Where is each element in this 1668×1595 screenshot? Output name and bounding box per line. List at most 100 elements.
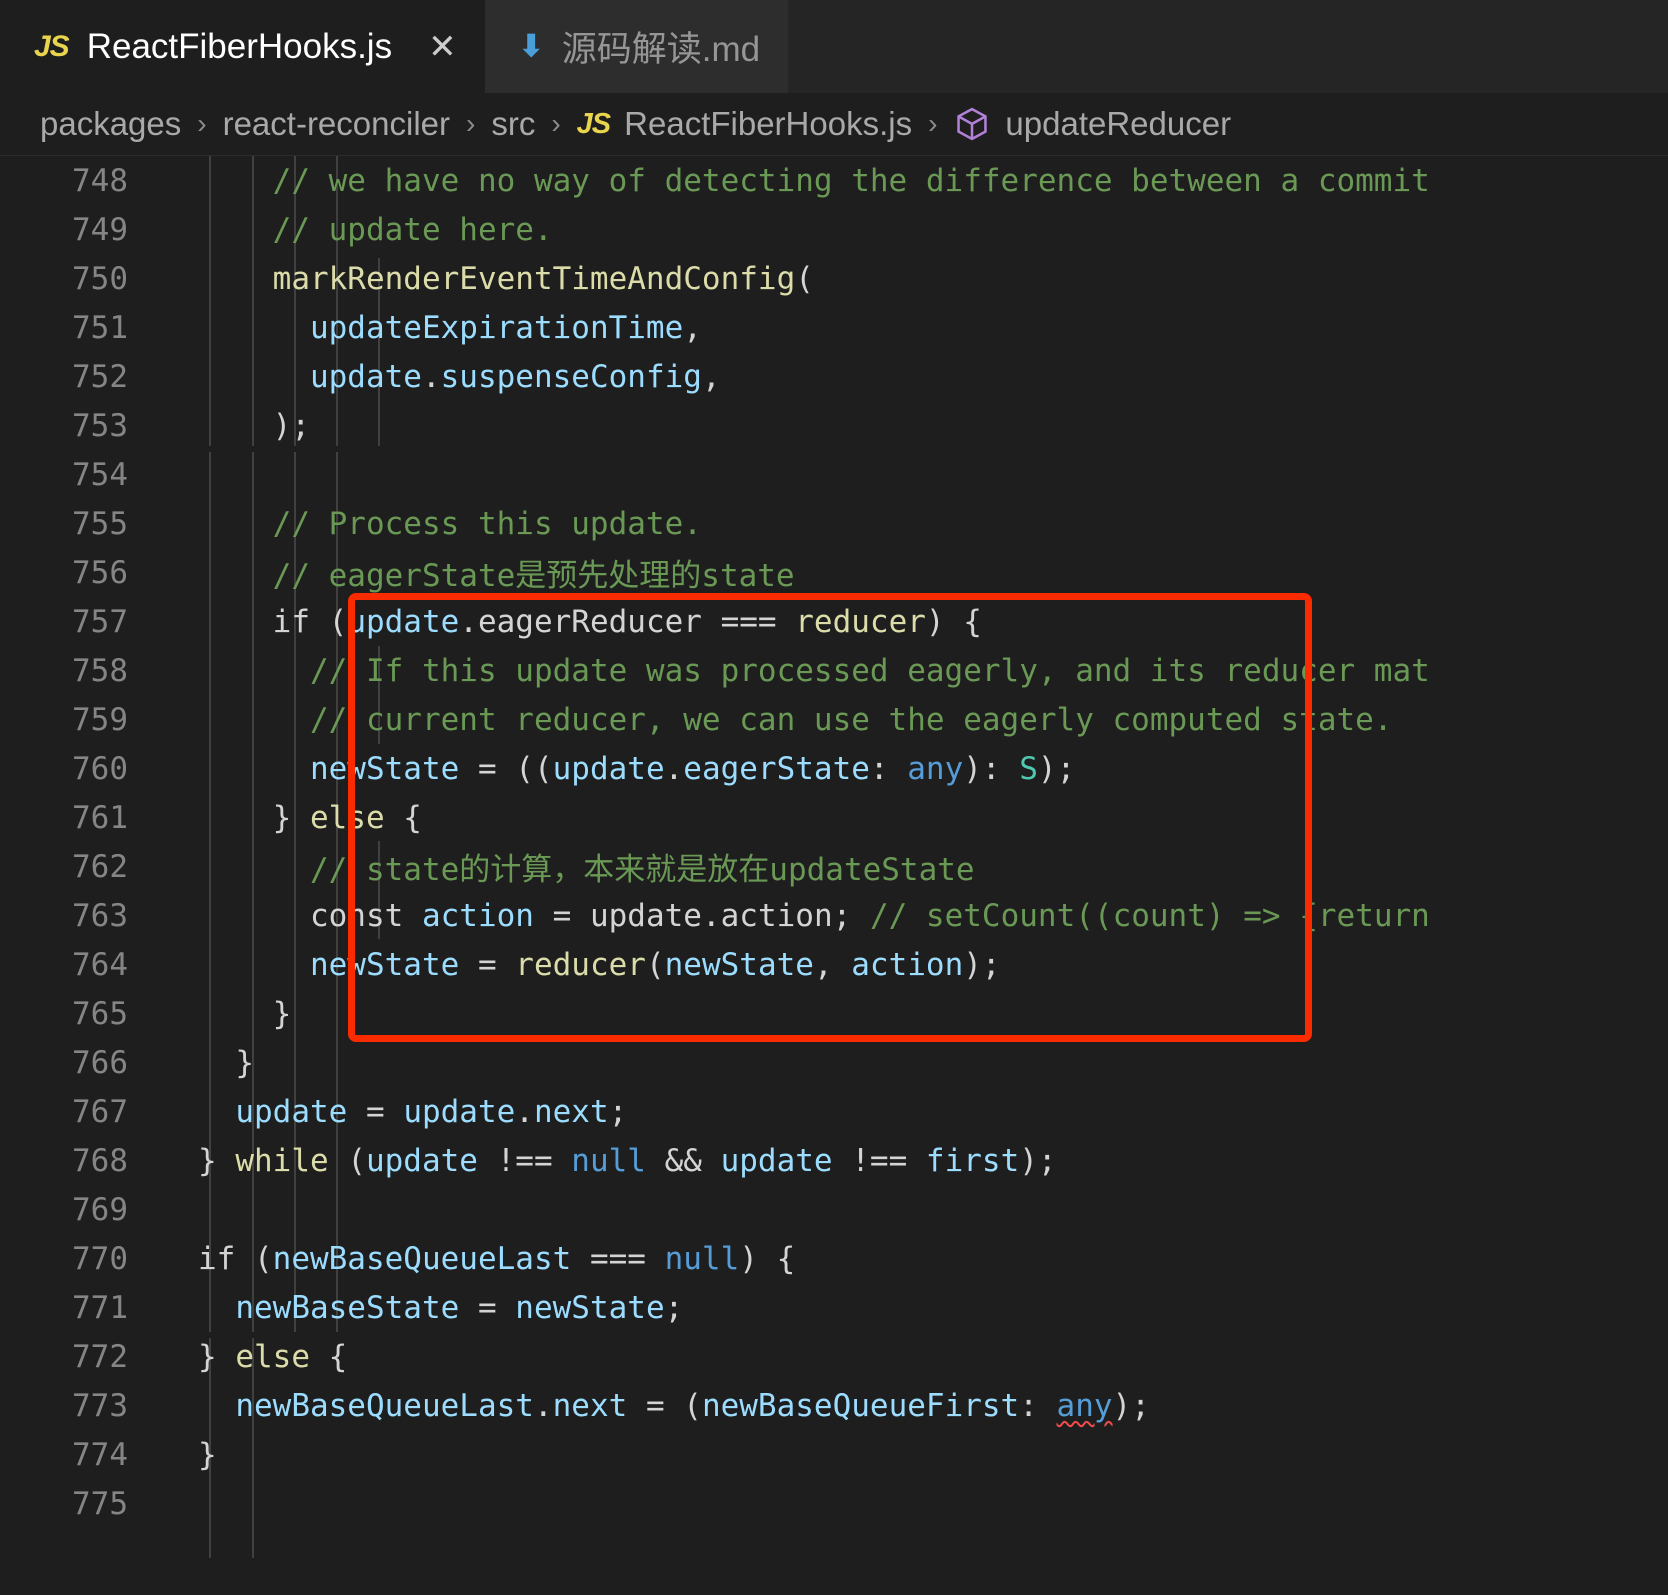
line-content: // Process this update. [128, 506, 702, 542]
code-token: ; [664, 1289, 684, 1326]
line-content: newBaseQueueLast.next = (newBaseQueueFir… [128, 1388, 1150, 1424]
code-token: ) { [739, 1240, 796, 1277]
line-content: } [128, 1045, 254, 1081]
code-line[interactable]: 755 // Process this update. [0, 499, 1668, 548]
code-line[interactable]: 759 // current reducer, we can use the e… [0, 695, 1668, 744]
code-line[interactable]: 770 if (newBaseQueueLast === null) { [0, 1234, 1668, 1283]
code-token: // current reducer, we can use the eager… [309, 701, 1393, 738]
code-line[interactable]: 761 } else { [0, 793, 1668, 842]
tab-source-notes-md[interactable]: ⬇ 源码解读.md [484, 0, 789, 93]
code-token: eagerState [683, 750, 870, 787]
code-line[interactable]: 768} while (update !== null && update !=… [0, 1136, 1668, 1185]
symbol-method-cube-icon [953, 105, 991, 143]
code-token: while [235, 1142, 329, 1179]
line-content: // current reducer, we can use the eager… [128, 701, 1393, 738]
code-line[interactable]: 765 } [0, 989, 1668, 1038]
breadcrumb-label: packages [40, 105, 182, 142]
code-token: first [925, 1142, 1020, 1179]
code-line[interactable]: 753 ); [0, 401, 1668, 450]
close-icon[interactable]: ✕ [428, 30, 457, 64]
code-line[interactable]: 773 newBaseQueueLast.next = (newBaseQueu… [0, 1381, 1668, 1430]
breadcrumb-label: updateReducer [1005, 105, 1232, 142]
line-number: 753 [72, 407, 128, 444]
code-line[interactable]: 775 [0, 1479, 1668, 1528]
tab-reactfiberhooks-js[interactable]: JS ReactFiberHooks.js ✕ [0, 0, 485, 93]
code-line[interactable]: 749 // update here. [0, 205, 1668, 254]
breadcrumb-item-file[interactable]: JS ReactFiberHooks.js [577, 105, 912, 143]
line-content: newState = ((update.eagerState: any): S)… [128, 751, 1075, 787]
code-line[interactable]: 748 // we have no way of detecting the d… [0, 156, 1668, 205]
code-token: } [198, 995, 292, 1032]
code-token: if [272, 603, 310, 640]
code-line[interactable]: 758 // If this update was processed eage… [0, 646, 1668, 695]
code-token: !== [477, 1142, 572, 1179]
code-token: ) { [925, 603, 982, 640]
chevron-right-icon: › [466, 108, 476, 139]
code-token: newState [664, 946, 814, 983]
line-number: 767 [72, 1093, 128, 1130]
code-token: reducer [795, 603, 926, 640]
code-token: . [664, 750, 684, 787]
code-line[interactable]: 752 update.suspenseConfig, [0, 352, 1668, 401]
code-token: = [459, 1289, 516, 1326]
line-number: 758 [72, 652, 128, 689]
code-line[interactable]: 774} [0, 1430, 1668, 1479]
code-token: newState [515, 1289, 665, 1326]
line-number: 749 [72, 211, 128, 248]
code-line[interactable]: 760 newState = ((update.eagerState: any)… [0, 744, 1668, 793]
breadcrumb-item-symbol[interactable]: updateReducer [953, 105, 1231, 143]
line-number: 759 [72, 701, 128, 738]
breadcrumb-item-src[interactable]: src [491, 105, 535, 143]
line-number: 761 [72, 799, 128, 836]
code-token: = (( [459, 750, 553, 787]
code-token: const [309, 897, 404, 934]
line-number: 770 [72, 1240, 128, 1277]
code-token: // update here. [272, 211, 553, 248]
line-content: newState = reducer(newState, action); [128, 947, 1001, 983]
code-line[interactable]: 767 update = update.next; [0, 1087, 1668, 1136]
line-number: 757 [72, 603, 128, 640]
code-line[interactable]: 754 [0, 450, 1668, 499]
code-token: ( [795, 260, 814, 297]
code-lines[interactable]: 748 // we have no way of detecting the d… [0, 156, 1668, 1595]
code-token: newBaseQueueLast [272, 1240, 572, 1277]
chevron-right-icon: › [551, 108, 561, 139]
code-token: } [198, 1436, 217, 1473]
code-token: . [421, 358, 441, 395]
code-line[interactable]: 762 // state的计算，本来就是放在updateState [0, 842, 1668, 891]
code-token: else [235, 1338, 310, 1375]
code-line[interactable]: 763 const action = update.action; // set… [0, 891, 1668, 940]
code-editor[interactable]: 748 // we have no way of detecting the d… [0, 156, 1668, 1595]
code-line[interactable]: 769 [0, 1185, 1668, 1234]
breadcrumb-item-packages[interactable]: packages [40, 105, 181, 143]
code-token: ; [608, 1093, 628, 1130]
breadcrumb-item-react-reconciler[interactable]: react-reconciler [223, 105, 450, 143]
code-token: update [403, 1093, 516, 1130]
code-token: action [851, 946, 964, 983]
code-token: ); [1037, 750, 1076, 787]
line-content: // update here. [128, 212, 553, 248]
code-line[interactable]: 756 // eagerState是预先处理的state [0, 548, 1668, 597]
line-content: // state的计算，本来就是放在updateState [128, 844, 975, 889]
code-line[interactable]: 757 if (update.eagerReducer === reducer)… [0, 597, 1668, 646]
code-line[interactable]: 751 updateExpirationTime, [0, 303, 1668, 352]
code-line[interactable]: 764 newState = reducer(newState, action)… [0, 940, 1668, 989]
line-number: 762 [72, 848, 128, 885]
line-content: } else { [128, 800, 422, 836]
line-content: update = update.next; [128, 1094, 627, 1130]
code-line[interactable]: 772} else { [0, 1332, 1668, 1381]
chevron-right-icon: › [928, 108, 938, 139]
code-token: reducer [515, 946, 646, 983]
code-line[interactable]: 766 } [0, 1038, 1668, 1087]
code-line[interactable]: 750 markRenderEventTimeAndConfig( [0, 254, 1668, 303]
line-number: 766 [72, 1044, 128, 1081]
chevron-right-icon: › [197, 108, 207, 139]
code-token: any [907, 750, 964, 787]
code-line[interactable]: 771 newBaseState = newState; [0, 1283, 1668, 1332]
